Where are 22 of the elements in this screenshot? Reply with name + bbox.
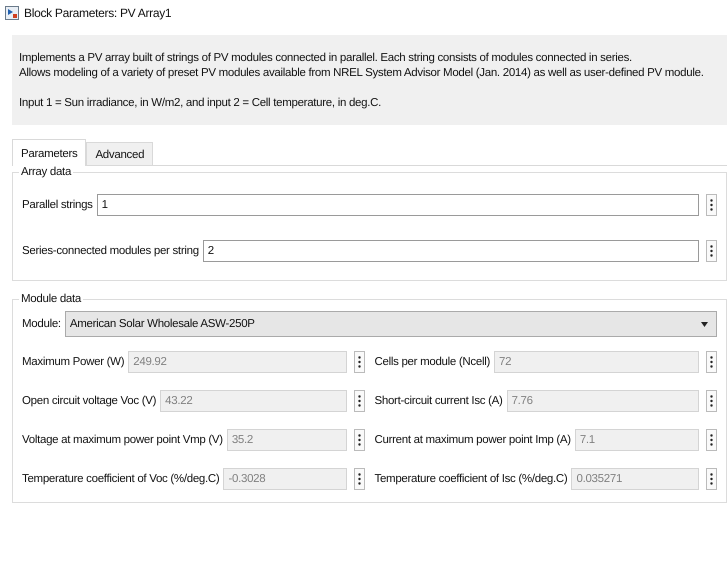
field-label: Cells per module (Ncell)	[374, 356, 490, 368]
field-label: Open circuit voltage Voc (V)	[22, 395, 156, 407]
group-title: Module data	[20, 293, 82, 305]
field-label: Current at maximum power point Imp (A)	[374, 434, 571, 446]
window-title: Block Parameters: PV Array1	[24, 6, 172, 20]
description-text: Allows modeling of a variety of preset PV modules available from NREL System Advisor Model (Jan. 2014) as well as user-defined PV module.	[19, 66, 705, 81]
tab[interactable]: Advanced	[86, 142, 154, 165]
group-title: Array data	[20, 166, 72, 178]
field-label: Voltage at maximum power point Vmp (V)	[22, 434, 223, 446]
module-dropdown[interactable]: American Solar Wholesale ASW-250P	[64, 311, 717, 337]
input-field[interactable]: 1	[96, 194, 699, 216]
field-label: Short-circuit current Isc (A)	[374, 395, 503, 407]
description-text: Implements a PV array built of strings of PV modules connected in parallel. Each string consists of modules connected in series.	[19, 51, 633, 66]
tab[interactable]: Parameters	[12, 139, 86, 166]
field-label: Temperature coefficient of Voc (%/deg.C)	[22, 473, 220, 485]
field-label: Maximum Power (W)	[22, 356, 124, 368]
field-label: Module:	[22, 318, 61, 330]
field-label: Series-connected modules per string	[22, 245, 199, 257]
input-field[interactable]: 2	[202, 240, 699, 262]
description-text: Input 1 = Sun irradiance, in W/m2, and input 2 = Cell temperature, in deg.C.	[19, 96, 382, 111]
field-label: Temperature coefficient of Isc (%/deg.C)	[374, 473, 568, 485]
field-label: Parallel strings	[22, 199, 93, 211]
